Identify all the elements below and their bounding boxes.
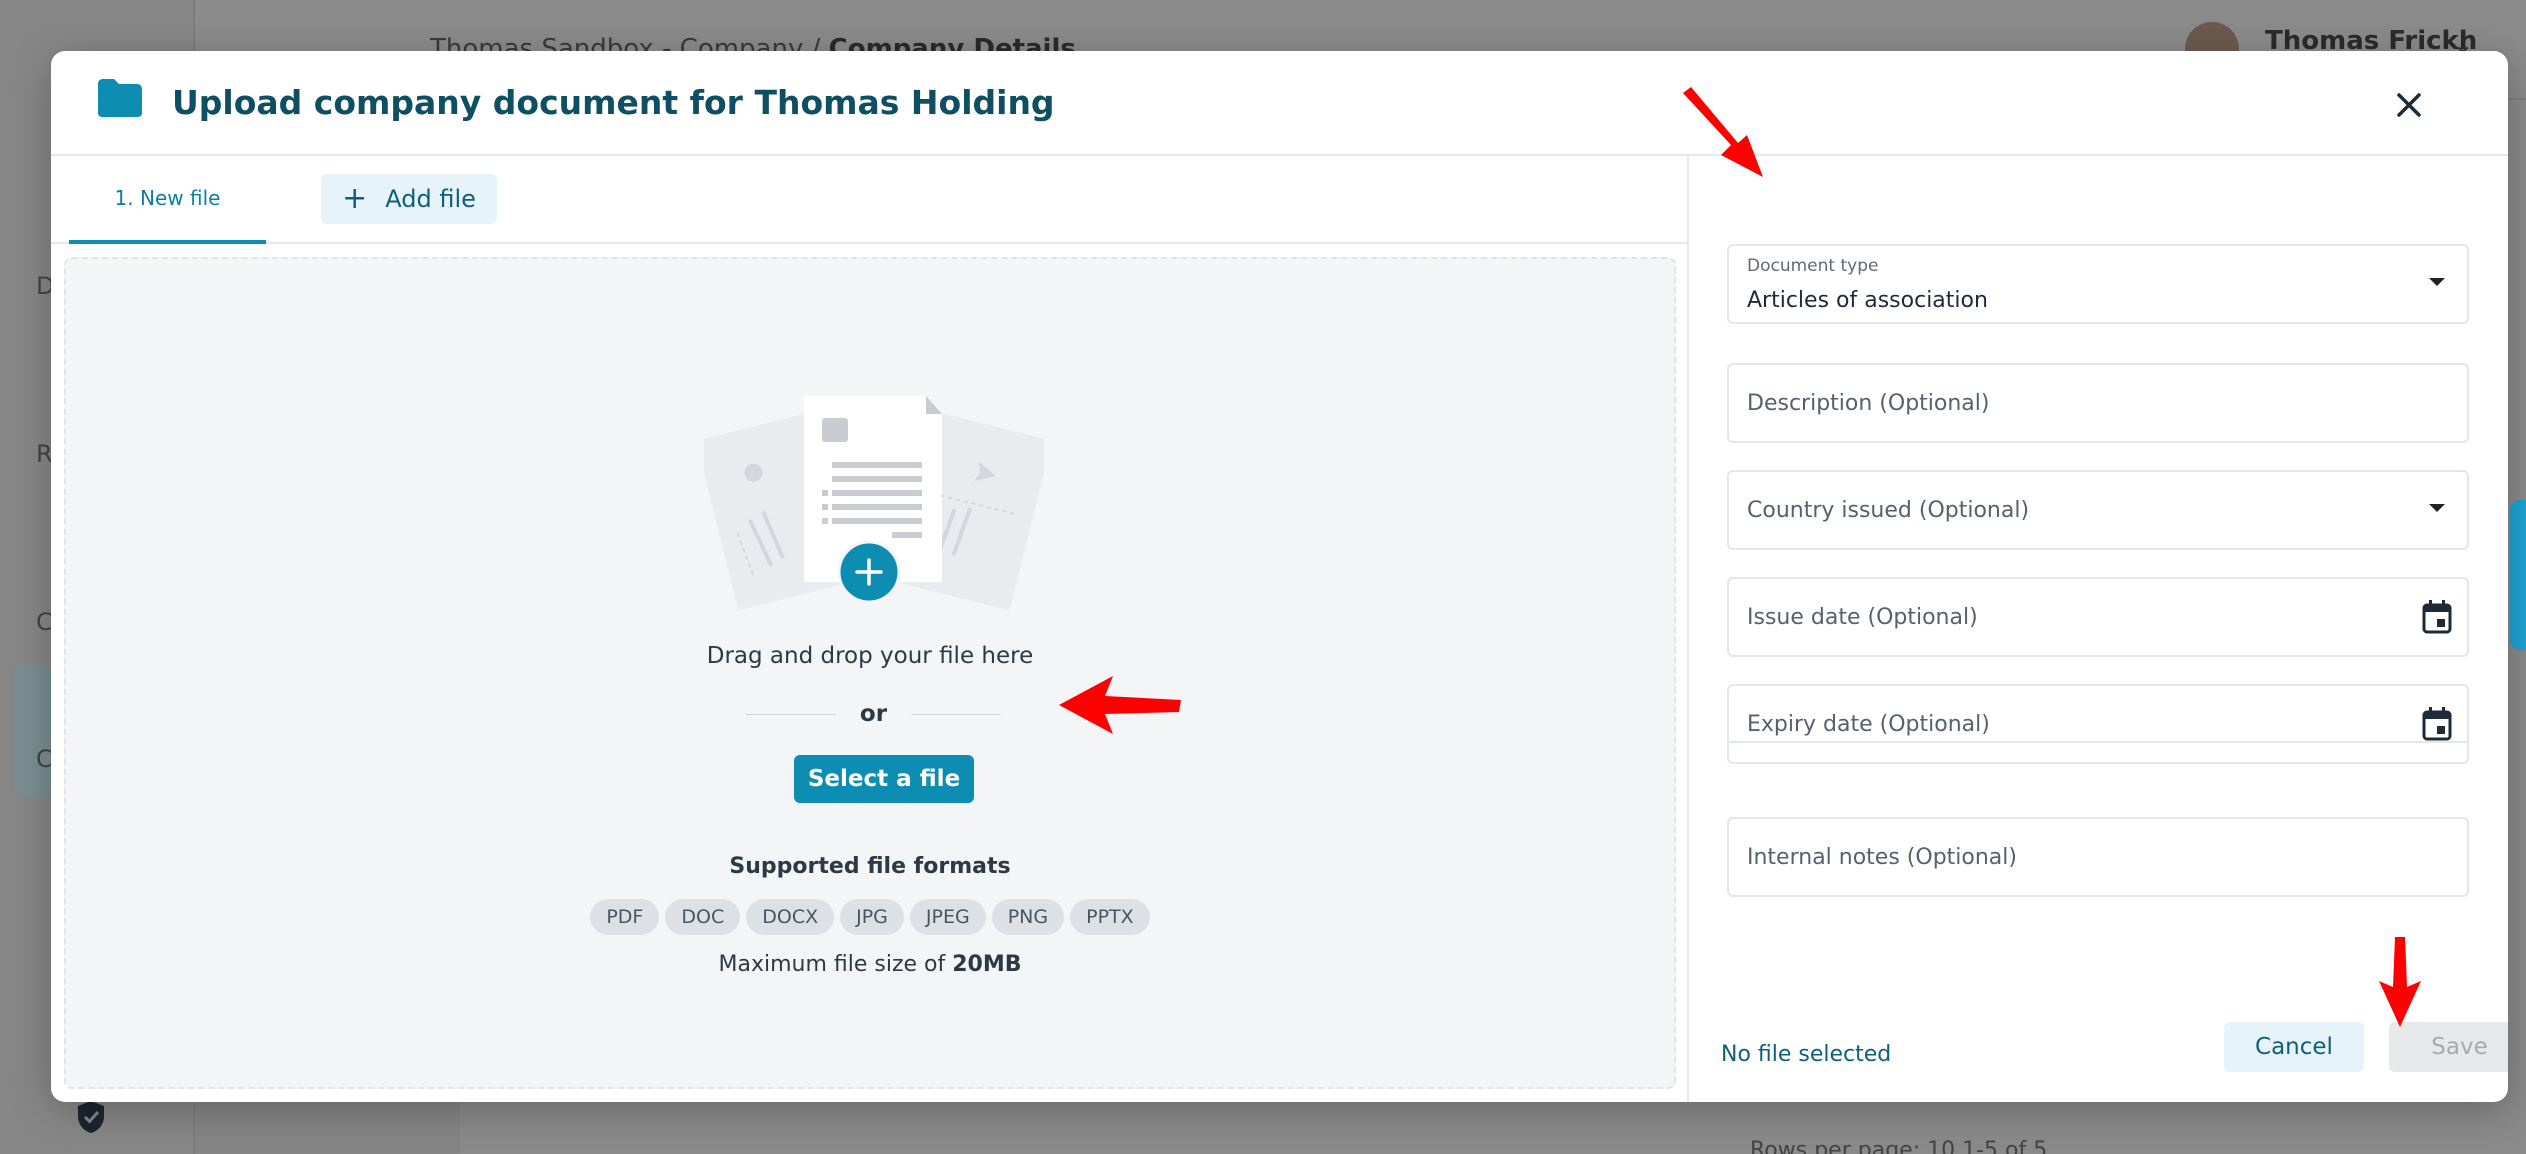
rows-per-page-value: 10	[1927, 1138, 1956, 1154]
plus-icon: +	[342, 181, 368, 216]
country-placeholder: Country issued (Optional)	[1747, 498, 2030, 523]
add-file-button[interactable]: + Add file	[321, 174, 497, 224]
or-divider: or	[746, 699, 1001, 729]
country-issued-select[interactable]: Country issued (Optional)	[1727, 470, 2469, 550]
description-placeholder: Description (Optional)	[1747, 391, 1990, 416]
background-bottom-strip	[195, 1102, 460, 1154]
upload-document-modal: Upload company document for Thomas Holdi…	[51, 51, 2508, 1102]
caret-down-icon	[2429, 278, 2445, 286]
expiry-date-placeholder: Expiry date (Optional)	[1747, 712, 1990, 737]
max-size-prefix: Maximum file size of	[718, 952, 946, 977]
internal-notes-input[interactable]: Internal notes (Optional)	[1727, 817, 2469, 897]
format-chip: JPEG	[909, 899, 986, 935]
documents-illustration-icon	[704, 396, 1044, 610]
calendar-icon[interactable]	[2421, 706, 2453, 742]
format-chip: DOC	[665, 899, 741, 935]
select-file-button[interactable]: Select a file	[794, 755, 974, 803]
file-dropzone[interactable]: Drag and drop your file here or Select a…	[64, 257, 1676, 1089]
rows-per-page-label: Rows per page:	[1750, 1138, 1921, 1154]
format-chip: DOCX	[746, 899, 835, 935]
annotation-arrow-icon	[1059, 676, 1181, 734]
background-pagination: Rows per page: 10 1-5 of 5	[1750, 1138, 2047, 1154]
close-icon[interactable]	[2387, 83, 2431, 127]
shield-check-icon	[78, 1101, 104, 1133]
internal-notes-placeholder: Internal notes (Optional)	[1747, 845, 2017, 870]
form-divider	[1727, 741, 2469, 743]
document-type-label: Document type	[1747, 256, 1879, 276]
format-chip: PDF	[590, 899, 660, 935]
expiry-date-input[interactable]: Expiry date (Optional)	[1727, 684, 2469, 764]
drag-drop-text: Drag and drop your file here	[706, 643, 1034, 669]
max-size-value: 20MB	[952, 952, 1022, 977]
annotation-arrow-icon	[2379, 937, 2421, 1027]
caret-down-icon	[2429, 504, 2445, 512]
issue-date-placeholder: Issue date (Optional)	[1747, 605, 1978, 630]
tab-new-file[interactable]: 1. New file	[69, 156, 266, 244]
upload-pane: 1. New file + Add file Drag and drop you…	[51, 156, 1689, 1102]
file-tabs: 1. New file + Add file	[51, 156, 1687, 244]
description-input[interactable]: Description (Optional)	[1727, 363, 2469, 443]
or-text: or	[859, 701, 888, 727]
modal-title: Upload company document for Thomas Holdi…	[172, 83, 1055, 122]
format-chips: PDF DOC DOCX JPG JPEG PNG PPTX	[66, 899, 1674, 935]
add-file-label: Add file	[385, 185, 476, 213]
calendar-icon[interactable]	[2421, 599, 2453, 635]
max-file-size: Maximum file size of 20MB	[66, 952, 1674, 977]
format-chip: PNG	[991, 899, 1065, 935]
or-line	[746, 713, 836, 715]
folder-icon	[98, 79, 142, 117]
issue-date-input[interactable]: Issue date (Optional)	[1727, 577, 2469, 657]
supported-formats-title: Supported file formats	[729, 854, 1011, 879]
file-status-text: No file selected	[1721, 1042, 1892, 1067]
document-type-select[interactable]: Document type Articles of association	[1727, 244, 2469, 324]
cancel-button[interactable]: Cancel	[2224, 1022, 2364, 1072]
format-chip: JPG	[840, 899, 904, 935]
or-line	[911, 713, 1001, 715]
pagination-range: 1-5 of 5	[1962, 1138, 2048, 1154]
feedback-tab	[2510, 500, 2526, 650]
modal-header: Upload company document for Thomas Holdi…	[51, 51, 2508, 156]
document-type-value: Articles of association	[1747, 288, 1988, 313]
format-chip: PPTX	[1070, 899, 1150, 935]
annotation-arrow-icon	[1683, 87, 1763, 177]
